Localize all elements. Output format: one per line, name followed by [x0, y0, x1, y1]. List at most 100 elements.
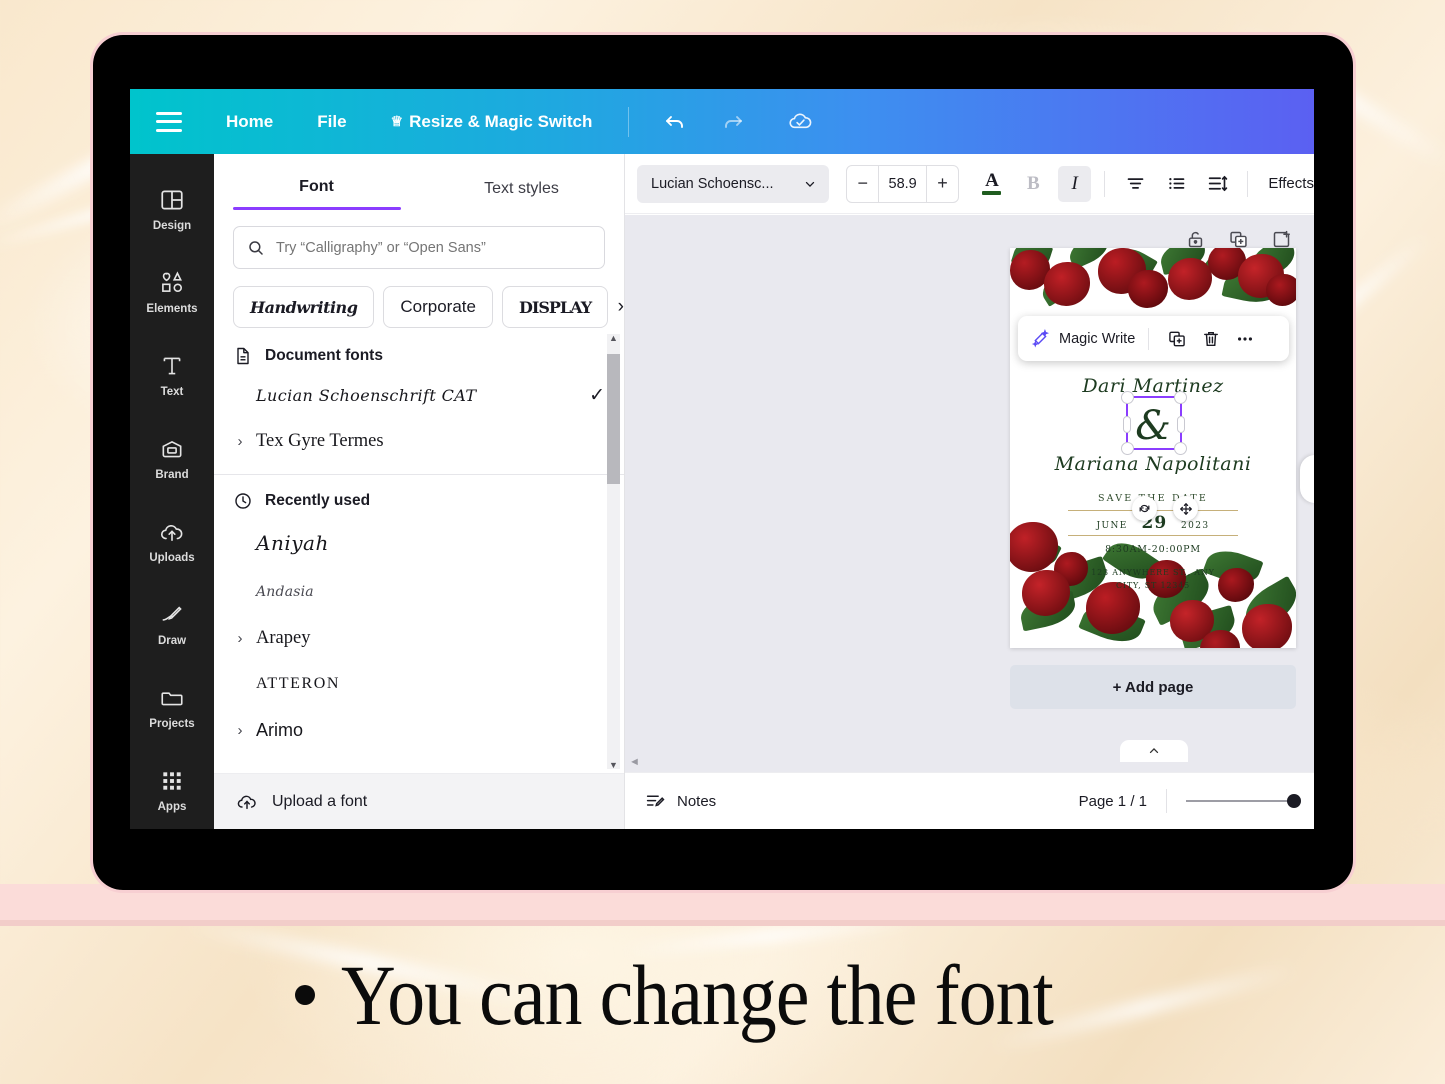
selection-handle-br[interactable] [1174, 442, 1187, 455]
chevron-right-icon[interactable]: › [233, 433, 247, 450]
font-row-arimo[interactable]: › Arimo [214, 707, 624, 753]
header-item-resize-magic-switch[interactable]: ♕ Resize & Magic Switch [391, 112, 593, 132]
zoom-slider[interactable] [1186, 794, 1301, 808]
header-item-home[interactable]: Home [226, 112, 273, 132]
invitation-address[interactable]: 123 ANYWHERE ST., ANY CITY, ST 12345 [1010, 566, 1296, 592]
invitation-address-line1: 123 ANYWHERE ST., ANY [1091, 568, 1215, 577]
panel-tabs: Font Text styles [214, 154, 624, 210]
chips-next-icon[interactable]: › [615, 296, 624, 318]
selection-handle-bl[interactable] [1121, 442, 1134, 455]
selection-box[interactable] [1121, 391, 1187, 455]
scrollbar-thumb[interactable] [607, 354, 620, 484]
crown-icon: ♕ [390, 113, 404, 129]
invitation-name-top[interactable]: Dari Martinez [1010, 375, 1296, 397]
section-header-document-fonts: Document fonts [214, 330, 624, 372]
tab-text-styles[interactable]: Text styles [419, 180, 624, 210]
sidebar-item-draw[interactable]: Draw [130, 583, 214, 666]
move-button[interactable] [1173, 496, 1198, 521]
effects-button[interactable]: Effects [1268, 175, 1314, 192]
magic-pen-icon [1031, 329, 1050, 348]
scroll-down-icon[interactable]: ▼ [609, 760, 618, 770]
lock-icon[interactable] [1185, 229, 1206, 250]
upload-font-button[interactable]: Upload a font [214, 773, 624, 829]
selection-handle-tr[interactable] [1174, 391, 1187, 404]
design-page-card[interactable]: Dari Martinez & Mariana Napolitani SAVE … [1010, 248, 1296, 648]
invitation-time[interactable]: 8:30AM-20:00PM [1010, 544, 1296, 555]
notes-button[interactable]: Notes [645, 791, 716, 812]
font-row-arapey[interactable]: › Arapey [214, 615, 624, 661]
undo-icon[interactable] [663, 110, 687, 134]
magic-write-button[interactable]: Magic Write [1031, 329, 1135, 348]
invitation-date-suffix: 2023 [1180, 521, 1210, 531]
trash-icon[interactable] [1196, 324, 1226, 354]
font-list[interactable]: Document fonts Lucian Schoenschrift CAT … [214, 330, 624, 773]
sidebar-item-design[interactable]: Design [130, 168, 214, 251]
magic-write-label: Magic Write [1059, 330, 1136, 347]
collapse-panel-tab[interactable] [1120, 740, 1188, 762]
hamburger-icon[interactable] [156, 111, 182, 132]
canvas-scroll-left-icon[interactable]: ◄ [629, 756, 640, 768]
font-row-atteron[interactable]: ATTERON [214, 661, 624, 707]
right-panel-handle[interactable] [1300, 455, 1314, 503]
font-size-increase[interactable]: + [927, 166, 958, 202]
align-button[interactable] [1118, 166, 1151, 202]
canvas-area[interactable]: Dari Martinez & Mariana Napolitani SAVE … [625, 215, 1314, 772]
duplicate-icon[interactable] [1228, 229, 1249, 250]
sidebar-item-projects[interactable]: Projects [130, 666, 214, 749]
selection-handle-left[interactable] [1123, 416, 1131, 433]
font-search-box[interactable] [233, 226, 605, 269]
cloud-saved-icon[interactable] [787, 108, 814, 135]
rotate-button[interactable] [1132, 496, 1157, 521]
tablet-frame: Home File ♕ Resize & Magic Switch Design… [93, 35, 1353, 890]
zoom-slider-knob[interactable] [1287, 794, 1301, 808]
add-page-button[interactable]: + Add page [1010, 665, 1296, 709]
invitation-name-bottom[interactable]: Mariana Napolitani [1010, 453, 1296, 475]
list-icon [1169, 177, 1185, 190]
font-size-value[interactable]: 58.9 [878, 165, 927, 202]
chevron-up-icon [1149, 748, 1159, 754]
chevron-right-icon[interactable]: › [233, 722, 247, 739]
font-row-lucian-schoenschrift[interactable]: Lucian Schoenschrift CAT ✓ [214, 372, 624, 418]
sidebar-item-brand[interactable]: Brand [130, 417, 214, 500]
text-color-button[interactable]: A [975, 166, 1008, 202]
chip-display[interactable]: DISPLAY [501, 286, 609, 328]
redo-icon[interactable] [721, 110, 745, 134]
position-icon[interactable] [1271, 229, 1292, 250]
bullet-point [295, 985, 316, 1005]
italic-button[interactable]: I [1058, 165, 1092, 202]
selection-handle-tl[interactable] [1121, 391, 1134, 404]
font-size-decrease[interactable]: − [847, 166, 878, 202]
toolbar-divider [1247, 170, 1249, 197]
caption-text: You can change the font [341, 947, 1054, 1043]
font-name-arimo: Arimo [256, 719, 304, 740]
font-list-scrollbar[interactable]: ▲ ▼ [607, 333, 620, 770]
scroll-up-icon[interactable]: ▲ [609, 333, 618, 343]
sidebar-item-elements[interactable]: Elements [130, 251, 214, 334]
sidebar-label-draw: Draw [157, 635, 187, 647]
sidebar-item-uploads[interactable]: Uploads [130, 500, 214, 583]
font-row-tex-gyre-termes[interactable]: › Tex Gyre Termes [214, 418, 624, 464]
brand-kit-icon [162, 441, 182, 458]
layout-icon [161, 190, 183, 210]
selection-handle-right[interactable] [1177, 416, 1185, 433]
font-row-andasia[interactable]: Andasia [214, 569, 624, 615]
sidebar-item-text[interactable]: Text [130, 334, 214, 417]
chip-corporate[interactable]: Corporate [383, 286, 493, 328]
font-family-select[interactable]: Lucian Schoensc... [637, 164, 829, 203]
tab-font[interactable]: Font [214, 178, 419, 210]
header-item-file[interactable]: File [317, 112, 346, 132]
more-dots-icon[interactable] [1230, 324, 1260, 354]
chevron-down-icon [805, 181, 815, 187]
line-spacing-button[interactable] [1201, 166, 1234, 202]
header-item-resize-label: Resize & Magic Switch [409, 111, 593, 131]
bold-button[interactable]: B [1017, 166, 1050, 202]
sidebar-label-elements: Elements [146, 303, 198, 315]
font-search-input[interactable] [276, 239, 591, 256]
font-row-aniyah[interactable]: Aniyah [214, 517, 624, 569]
chip-handwriting[interactable]: Handwriting [233, 286, 375, 328]
duplicate-icon[interactable] [1162, 324, 1192, 354]
sidebar-item-apps[interactable]: Apps [130, 749, 214, 829]
chevron-right-icon[interactable]: › [233, 630, 247, 647]
cloud-upload-icon [237, 795, 256, 809]
list-button[interactable] [1160, 166, 1193, 202]
